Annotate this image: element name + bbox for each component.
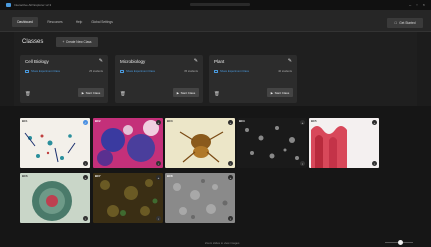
maximize-icon[interactable]: ▫ [416, 2, 417, 7]
app-window: Interactive AR Explorer v2.3 – ▫ × Dashb… [0, 0, 431, 247]
play-icon: ▶ [81, 90, 85, 95]
add-icon[interactable]: + [83, 175, 88, 180]
create-new-class-button[interactable]: + Create New Class [56, 37, 98, 47]
slide-image-bc3 [165, 118, 235, 168]
slide-label: BC3 [167, 119, 173, 123]
start-class-button[interactable]: ▶ Start Class [173, 88, 199, 97]
slide-thumbnail[interactable]: BC7 + i [93, 173, 163, 223]
info-icon[interactable]: i [156, 161, 161, 166]
create-new-class-label: Create New Class [65, 40, 92, 44]
student-count: 40 students [278, 70, 292, 73]
slide-thumbnail[interactable]: BC8 + i [165, 173, 235, 223]
top-nav: Dashboard Resources Help Global Settings… [0, 10, 431, 32]
share-icon [25, 70, 29, 73]
slide-label: BC2 [95, 119, 101, 123]
play-icon: ▶ [270, 90, 274, 95]
start-class-button[interactable]: ▶ Start Class [78, 88, 104, 97]
info-icon[interactable]: i [83, 216, 88, 221]
add-icon[interactable]: + [228, 120, 233, 125]
tab-help[interactable]: Help [70, 17, 88, 27]
slide-label: BC4 [239, 119, 245, 123]
class-card-title: Plant [214, 59, 225, 64]
tab-resources[interactable]: Resources [42, 17, 68, 27]
share-class-link[interactable]: Share Experiment Class [220, 70, 249, 73]
slide-thumbnail[interactable]: BC3 + i [165, 118, 235, 168]
slide-image-bc1 [20, 118, 90, 168]
app-logo-icon [6, 3, 11, 7]
start-class-label: Start Class [180, 90, 196, 95]
slide-thumbnail[interactable]: BC4 + i [237, 118, 307, 168]
tab-global-settings[interactable]: Global Settings [88, 17, 116, 27]
share-icon [120, 70, 124, 73]
slide-image-bc4 [237, 118, 307, 168]
app-title: Interactive AR Explorer v2.3 [14, 3, 52, 7]
play-icon: ▶ [176, 90, 180, 95]
add-icon[interactable]: + [228, 175, 233, 180]
class-card-microbiology[interactable]: Microbiology ✎ Share Experiment Class 35… [115, 55, 203, 103]
share-class-link[interactable]: Share Experiment Class [31, 70, 60, 73]
get-started-label: Get Started [399, 21, 416, 25]
classes-title: Classes [22, 39, 44, 45]
minimize-icon[interactable]: – [409, 2, 411, 7]
info-icon[interactable]: i [228, 161, 233, 166]
close-icon[interactable]: × [423, 2, 425, 7]
student-count: 35 students [184, 70, 198, 73]
slide-label: BC1 [22, 119, 28, 123]
add-icon[interactable]: + [372, 120, 377, 125]
slide-label: BC7 [95, 174, 101, 178]
trash-icon[interactable]: 🗑 [214, 91, 220, 97]
chat-icon: ☐ [394, 21, 398, 25]
trash-icon[interactable]: 🗑 [120, 91, 126, 97]
class-card-cell-biology[interactable]: Cell Biology ✎ Share Experiment Class 25… [20, 55, 108, 103]
slide-label: BC5 [311, 119, 317, 123]
edit-pencil-icon[interactable]: ✎ [99, 58, 103, 64]
slide-label: BC6 [22, 174, 28, 178]
slide-image-bc5 [309, 118, 379, 168]
info-icon[interactable]: i [83, 161, 88, 166]
window-controls: – ▫ × [409, 2, 425, 7]
slide-label: BC8 [167, 174, 173, 178]
start-class-label: Start Class [274, 90, 290, 95]
info-icon[interactable]: i [156, 216, 161, 221]
edit-pencil-icon[interactable]: ✎ [288, 58, 292, 64]
start-class-label: Start Class [85, 90, 101, 95]
slide-image-bc7 [93, 173, 163, 223]
slide-image-bc8 [165, 173, 235, 223]
add-icon[interactable]: + [156, 175, 161, 180]
title-bar-center-strip [190, 3, 250, 6]
info-icon[interactable]: i [228, 216, 233, 221]
title-bar: Interactive AR Explorer v2.3 – ▫ × [0, 0, 431, 10]
slide-image-bc2 [93, 118, 163, 168]
share-class-link[interactable]: Share Experiment Class [126, 70, 155, 73]
classes-panel: Classes + Create New Class Cell Biology … [14, 32, 417, 106]
slide-image-bc6 [20, 173, 90, 223]
add-icon[interactable]: + [156, 120, 161, 125]
slide-thumbnail[interactable]: BC5 + i [309, 118, 379, 168]
trash-icon[interactable]: 🗑 [25, 91, 31, 97]
class-card-title: Microbiology [120, 59, 146, 64]
start-class-button[interactable]: ▶ Start Class [267, 88, 293, 97]
slide-thumbnail[interactable]: BC1 ✓ i [20, 118, 90, 168]
info-icon[interactable]: i [372, 161, 377, 166]
plus-icon: + [62, 40, 65, 44]
edit-pencil-icon[interactable]: ✎ [194, 58, 198, 64]
info-icon[interactable]: i [300, 161, 305, 166]
class-card-title: Cell Biology [25, 59, 49, 64]
slide-thumbnail[interactable]: BC6 + i [20, 173, 90, 223]
tab-dashboard[interactable]: Dashboard [12, 17, 38, 27]
slide-thumbnail[interactable]: BC2 + i [93, 118, 163, 168]
zoom-slider-handle[interactable] [398, 240, 403, 245]
class-card-plant[interactable]: Plant ✎ Share Experiment Class 40 studen… [209, 55, 297, 103]
checkmark-icon[interactable]: ✓ [83, 120, 88, 125]
share-icon [214, 70, 218, 73]
get-started-button[interactable]: ☐ Get Started [387, 18, 423, 28]
student-count: 25 students [89, 70, 103, 73]
add-icon[interactable]: + [300, 120, 305, 125]
footer-hint: Zoom slides to view images [205, 241, 240, 245]
